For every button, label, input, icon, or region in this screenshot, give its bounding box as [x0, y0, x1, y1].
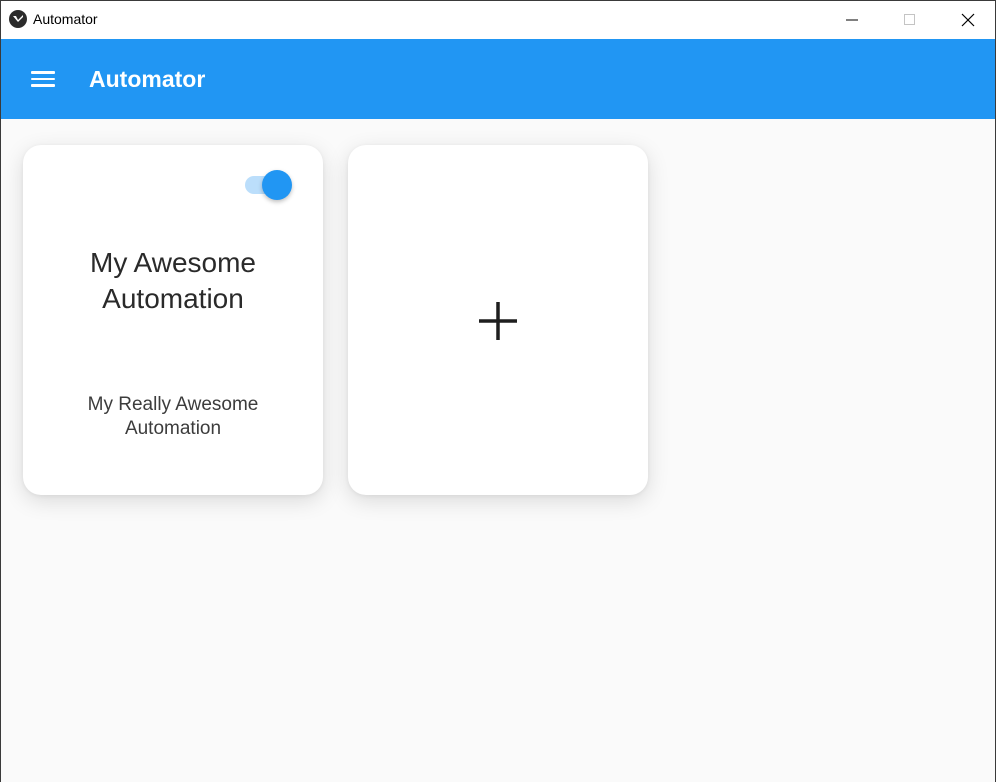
- app-bar-title: Automator: [89, 66, 206, 92]
- automation-enable-switch[interactable]: [245, 169, 293, 201]
- kivy-logo-icon: [9, 10, 27, 28]
- maximize-icon: [904, 14, 915, 25]
- plus-icon: [479, 302, 517, 340]
- title-bar: Automator: [1, 1, 995, 39]
- automation-title: My Awesome Automation: [90, 247, 256, 314]
- close-icon: [961, 13, 975, 27]
- add-automation-card[interactable]: [348, 145, 648, 495]
- automation-description: My Really Awesome Automation: [87, 394, 259, 439]
- hamburger-menu-icon[interactable]: [31, 69, 55, 89]
- maximize-button[interactable]: [887, 1, 933, 39]
- close-button[interactable]: [945, 1, 991, 39]
- window-title: Automator: [33, 11, 98, 27]
- minimize-icon: [846, 19, 858, 21]
- app-bar: Automator: [1, 39, 995, 119]
- app-window: Automator Automator My Awesome Automatio…: [0, 0, 996, 782]
- minimize-button[interactable]: [829, 1, 875, 39]
- switch-thumb: [262, 170, 292, 200]
- automation-card[interactable]: My Awesome Automation My Really Awesome …: [23, 145, 323, 495]
